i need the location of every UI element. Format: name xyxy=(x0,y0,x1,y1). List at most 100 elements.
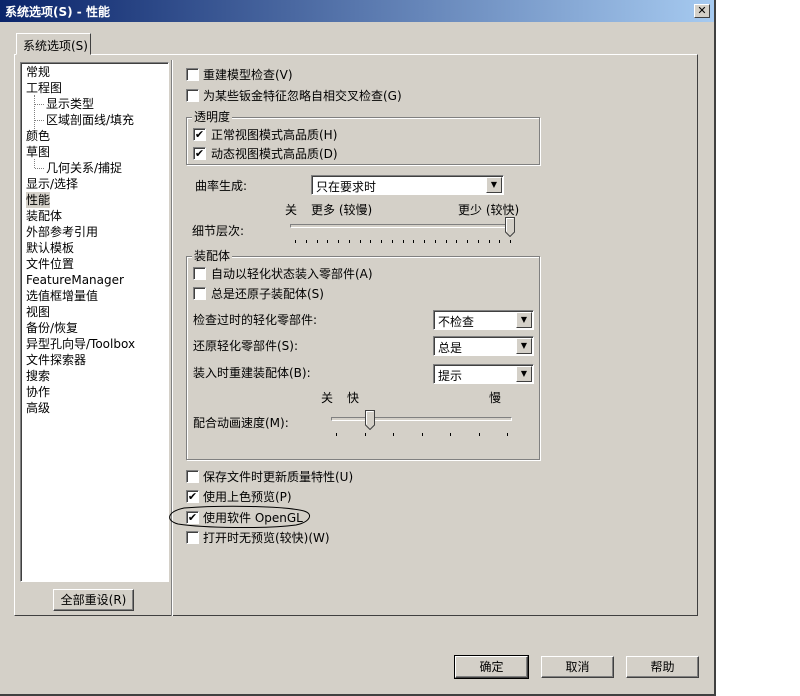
sidebar-item-advanced[interactable]: 高级 xyxy=(26,400,50,416)
slider-tick xyxy=(477,240,479,243)
help-button[interactable]: 帮助 xyxy=(626,656,699,678)
animation-slow-label: 慢 xyxy=(489,391,502,405)
update-mass-label: 保存文件时更新质量特性(U) xyxy=(203,470,354,484)
curvature-label: 曲率生成: xyxy=(195,179,248,193)
update-mass-checkbox[interactable] xyxy=(186,470,199,483)
no-preview-checkbox[interactable] xyxy=(186,531,199,544)
chevron-down-icon: ▼ xyxy=(516,338,532,354)
slider-tick xyxy=(421,433,423,436)
detail-slider-track xyxy=(290,224,515,228)
check-icon: ✔ xyxy=(194,147,205,160)
assembly-group-title: 装配体 xyxy=(192,249,233,263)
slider-tick xyxy=(434,240,436,243)
slider-tick xyxy=(338,240,339,243)
sheetmetal-check-label: 为某些钣金特征忽略自相交叉检查(G) xyxy=(203,89,402,103)
cancel-button[interactable]: 取消 xyxy=(541,656,614,678)
always-resolve-checkbox[interactable] xyxy=(193,287,206,300)
slider-tick xyxy=(364,433,366,436)
sidebar-item-colors[interactable]: 颜色 xyxy=(26,128,50,144)
sidebar-item-default-templates[interactable]: 默认模板 xyxy=(26,240,74,256)
animation-off-label: 关 xyxy=(321,391,334,405)
sidebar-item-featuremanager[interactable]: FeatureManager xyxy=(26,272,124,288)
slider-tick xyxy=(507,433,508,436)
title-bar: 系统选项(S) - 性能 ✕ xyxy=(0,0,714,22)
sidebar-item-relations-snaps[interactable]: 几何关系/捕捉 xyxy=(46,160,122,176)
sidebar-item-display-type[interactable]: 显示类型 xyxy=(46,96,94,112)
slider-tick xyxy=(305,240,307,243)
slider-tick xyxy=(316,240,318,243)
software-opengl-checkbox[interactable]: ✔ xyxy=(186,511,199,524)
close-icon: ✕ xyxy=(697,4,707,17)
rebuild-check-checkbox[interactable] xyxy=(186,68,199,81)
detail-slider-thumb[interactable] xyxy=(505,217,515,237)
sidebar-item-drawings[interactable]: 工程图 xyxy=(26,80,62,96)
detail-less-label: 更少 (较快) xyxy=(458,203,520,217)
tab-system-options[interactable]: 系统选项(S) xyxy=(16,33,91,55)
slider-tick xyxy=(359,240,361,243)
transparency-dynamic-checkbox[interactable]: ✔ xyxy=(193,147,206,160)
sidebar-item-display-selection[interactable]: 显示/选择 xyxy=(26,176,78,192)
slider-tick xyxy=(381,240,382,243)
slider-tick xyxy=(402,240,404,243)
curvature-select[interactable]: 只在要求时 ▼ xyxy=(311,175,504,195)
auto-lightweight-checkbox[interactable] xyxy=(193,267,206,280)
sheetmetal-check-checkbox[interactable] xyxy=(186,89,199,102)
slider-tick xyxy=(450,433,451,436)
curvature-value: 只在要求时 xyxy=(316,180,377,194)
sidebar-item-hole-wizard-toolbox[interactable]: 异型孔向导/Toolbox xyxy=(26,336,135,352)
sidebar-item-file-explorer[interactable]: 文件探索器 xyxy=(26,352,86,368)
rebuild-on-load-label: 装入时重建装配体(B): xyxy=(193,366,311,380)
rebuild-on-load-select[interactable]: 提示 ▼ xyxy=(433,364,534,384)
animation-fast-label: 快 xyxy=(347,391,360,405)
close-button[interactable]: ✕ xyxy=(694,4,710,18)
slider-tick xyxy=(413,240,415,243)
shaded-preview-checkbox[interactable]: ✔ xyxy=(186,490,199,503)
slider-tick xyxy=(336,433,337,436)
animation-speed-label: 配合动画速度(M): xyxy=(193,416,289,430)
sidebar-item-collaboration[interactable]: 协作 xyxy=(26,384,50,400)
slider-tick xyxy=(393,433,394,436)
rebuild-check-label: 重建模型检查(V) xyxy=(203,68,293,82)
slider-tick xyxy=(370,240,372,243)
software-opengl-label: 使用软件 OpenGL xyxy=(203,511,303,525)
sidebar-item-performance[interactable]: 性能 xyxy=(26,192,51,208)
sidebar-item-search[interactable]: 搜索 xyxy=(26,368,50,384)
slider-tick xyxy=(348,240,350,243)
slider-tick xyxy=(424,240,425,243)
animation-slider-thumb[interactable] xyxy=(365,410,376,430)
slider-tick xyxy=(445,240,447,243)
rebuild-on-load-value: 提示 xyxy=(438,369,463,383)
panel-divider xyxy=(171,60,173,616)
detail-off-label: 关 xyxy=(285,203,298,217)
sidebar-item-backup-recover[interactable]: 备份/恢复 xyxy=(26,320,78,336)
sidebar-item-external-references[interactable]: 外部参考引用 xyxy=(26,224,98,240)
slider-tick xyxy=(478,433,480,436)
animation-slider-track xyxy=(331,417,512,421)
transparency-normal-checkbox[interactable]: ✔ xyxy=(193,128,206,141)
chevron-down-icon: ▼ xyxy=(486,177,502,193)
sidebar-item-area-hatch[interactable]: 区域剖面线/填充 xyxy=(46,112,134,128)
ok-button[interactable]: 确定 xyxy=(454,655,529,679)
reset-all-button[interactable]: 全部重设(R) xyxy=(53,589,134,611)
slider-tick xyxy=(295,240,296,243)
sidebar-item-spin-box-increments[interactable]: 选值框增量值 xyxy=(26,288,98,304)
options-tree[interactable]: 常规 工程图 显示类型 区域剖面线/填充 颜色 草图 几何关系/捕捉 显示/选择… xyxy=(20,62,169,582)
transparency-group-title: 透明度 xyxy=(192,110,233,124)
sidebar-item-view[interactable]: 视图 xyxy=(26,304,50,320)
sidebar-item-assemblies[interactable]: 装配体 xyxy=(26,208,62,224)
slider-tick xyxy=(327,240,329,243)
system-options-dialog: 系统选项(S) - 性能 ✕ 系统选项(S) 常规 工程图 显示类型 区域剖面线… xyxy=(0,0,716,696)
slider-tick xyxy=(391,240,393,243)
detail-more-label: 更多 (较慢) xyxy=(311,203,373,217)
auto-lightweight-label: 自动以轻化状态装入零部件(A) xyxy=(211,267,373,281)
transparency-dynamic-label: 动态视图模式高品质(D) xyxy=(211,147,338,161)
sidebar-item-file-locations[interactable]: 文件位置 xyxy=(26,256,74,272)
resolve-lightweight-value: 总是 xyxy=(438,341,463,355)
check-outdated-label: 检查过时的轻化零部件: xyxy=(193,313,318,327)
resolve-lightweight-select[interactable]: 总是 ▼ xyxy=(433,336,534,356)
transparency-normal-label: 正常视图模式高品质(H) xyxy=(211,128,338,142)
check-outdated-select[interactable]: 不检查 ▼ xyxy=(433,310,534,330)
sidebar-item-sketch[interactable]: 草图 xyxy=(26,144,50,160)
chevron-down-icon: ▼ xyxy=(516,312,532,328)
sidebar-item-general[interactable]: 常规 xyxy=(26,64,50,80)
